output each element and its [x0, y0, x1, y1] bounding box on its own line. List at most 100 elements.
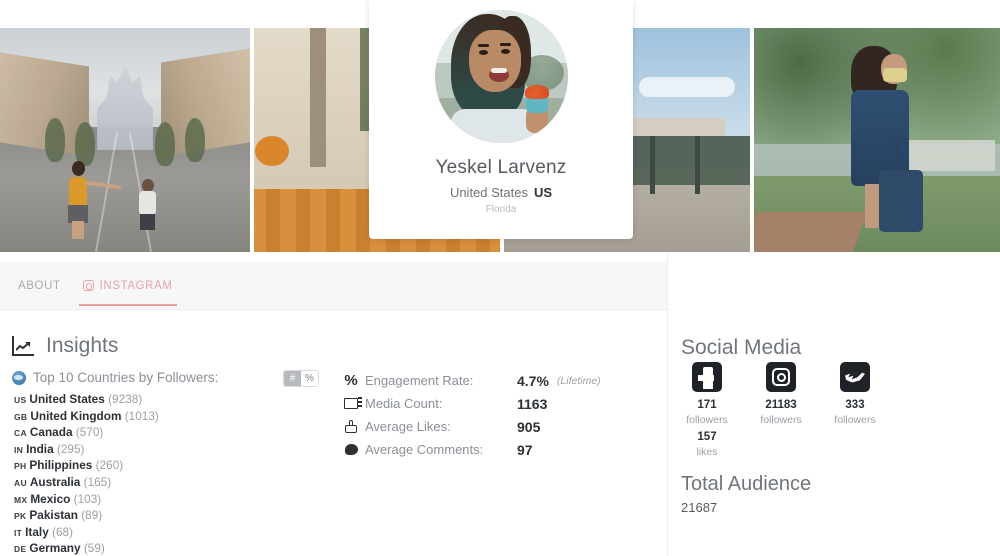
stats-list: % Engagement Rate: 4.7% (Lifetime) Media Cou…	[343, 369, 601, 461]
stat-row: Average Comments: 97	[343, 438, 601, 461]
profile-region: Florida	[485, 204, 517, 215]
banner-photo-1	[0, 28, 250, 252]
percent-icon: %	[344, 372, 358, 389]
media-icon	[343, 397, 362, 409]
country-count: (103)	[73, 491, 102, 506]
country-count: (260)	[95, 458, 124, 473]
avatar	[434, 10, 568, 143]
stat-row: Average Likes: 905	[343, 415, 601, 438]
country-code: IT	[14, 527, 23, 538]
account-value: 171	[697, 399, 717, 411]
country-code: GB	[14, 411, 28, 422]
tab-instagram-label: INSTAGRAM	[99, 279, 173, 292]
thumbs-up-icon	[343, 420, 359, 433]
country-row: PH Philippines (260)	[14, 458, 314, 475]
country-code: CA	[14, 428, 27, 439]
country-name: India	[26, 441, 54, 456]
account-unit: followers	[834, 414, 876, 426]
count-percent-toggle[interactable]: # %	[283, 370, 319, 387]
social-account[interactable]: 333 followers	[829, 362, 881, 426]
stat-row: Media Count: 1163	[343, 392, 601, 415]
country-row: MX Mexico (103)	[14, 492, 314, 509]
country-row: IN India (295)	[14, 442, 314, 459]
chart-line-up-icon	[12, 336, 34, 356]
toggle-percent-option[interactable]: %	[301, 371, 318, 386]
country-count: (1013)	[124, 408, 159, 423]
countries-label: Top 10 Countries by Followers:	[33, 370, 219, 385]
likes-value: 157	[697, 431, 717, 443]
country-row: PK Pakistan (89)	[14, 508, 314, 525]
tab-instagram[interactable]: INSTAGRAM	[78, 268, 177, 306]
country-count: (9238)	[108, 392, 143, 406]
column-divider	[667, 252, 668, 556]
profile-location: United States US	[450, 185, 552, 200]
country-row: CA Canada (570)	[14, 425, 314, 442]
country-row: AU Australia (165)	[14, 475, 314, 492]
profile-card: Yeskel Larvenz United States US Florida	[369, 0, 633, 239]
stat-value: 1163	[517, 395, 548, 412]
country-name: Pakistan	[29, 508, 78, 523]
twitter-icon[interactable]	[840, 362, 870, 392]
stat-label: Average Comments:	[365, 442, 484, 457]
country-code: US	[14, 395, 27, 405]
tab-about-label: ABOUT	[18, 279, 61, 292]
stat-value: 97	[517, 441, 533, 458]
profile-name: Yeskel Larvenz	[435, 157, 567, 178]
country-name: Canada	[29, 425, 73, 440]
comment-icon	[343, 444, 359, 455]
social-account[interactable]: 171 followers	[681, 362, 733, 426]
country-count: (59)	[83, 541, 105, 556]
country-row: US United States (9238)	[14, 392, 314, 409]
stat-value: 905	[517, 418, 541, 435]
country-row: IT Italy (68)	[14, 525, 314, 542]
country-list: US United States (9238) GB United Kingdom (…	[14, 392, 314, 556]
stat-label: Engagement Rate:	[365, 373, 474, 388]
total-audience-title: Total Audience	[681, 473, 812, 495]
profile-country: United States	[449, 185, 528, 200]
country-count: (68)	[52, 524, 74, 539]
instagram-icon[interactable]	[766, 362, 796, 392]
stat-label: Average Likes:	[365, 419, 451, 434]
profile-page: Yeskel Larvenz United States US Florida …	[0, 0, 1000, 556]
country-name: United Kingdom	[30, 408, 122, 423]
account-unit: followers	[760, 414, 802, 426]
likes-unit: likes	[696, 446, 718, 458]
country-name: Italy	[25, 524, 49, 539]
country-code: AU	[14, 477, 27, 488]
country-code: PK	[14, 511, 27, 522]
social-media-accounts: 171 followers 21183 followers 333 followers	[681, 362, 881, 426]
countries-header: Top 10 Countries by Followers:	[12, 370, 218, 385]
stat-value: 4.7%	[517, 372, 549, 389]
country-name: Germany	[29, 541, 81, 556]
country-name: Philippines	[29, 458, 93, 473]
account-value: 333	[845, 399, 865, 411]
social-media-title: Social Media	[681, 336, 802, 359]
country-count: (295)	[56, 441, 85, 456]
country-name: Mexico	[30, 491, 71, 506]
social-media-likes: 157 likes	[681, 424, 733, 458]
facebook-icon[interactable]	[692, 362, 722, 392]
country-row: DE Germany (59)	[14, 541, 314, 556]
country-count: (89)	[81, 508, 103, 523]
globe-icon	[12, 370, 26, 385]
country-row: GB United Kingdom (1013)	[14, 409, 314, 426]
country-name: Australia	[29, 474, 81, 489]
insights-title: Insights	[46, 334, 119, 357]
account-value: 21183	[765, 399, 797, 411]
country-code: PH	[14, 461, 27, 472]
instagram-icon	[82, 280, 94, 291]
country-code: IN	[14, 444, 24, 455]
country-count: (165)	[83, 474, 112, 489]
toggle-count-option[interactable]: #	[284, 371, 301, 386]
country-code: DE	[14, 544, 27, 555]
profile-country-code: US	[533, 185, 553, 200]
social-account[interactable]: 21183 followers	[755, 362, 807, 426]
tab-about[interactable]: ABOUT	[18, 268, 61, 304]
country-name: United States	[29, 392, 105, 406]
country-code: MX	[14, 494, 28, 505]
insights-header: Insights	[12, 334, 118, 358]
stat-label: Media Count:	[365, 396, 443, 411]
total-audience-value: 21687	[681, 500, 718, 515]
tab-bar: ABOUT INSTAGRAM	[0, 262, 667, 310]
stat-note: (Lifetime)	[556, 374, 601, 387]
